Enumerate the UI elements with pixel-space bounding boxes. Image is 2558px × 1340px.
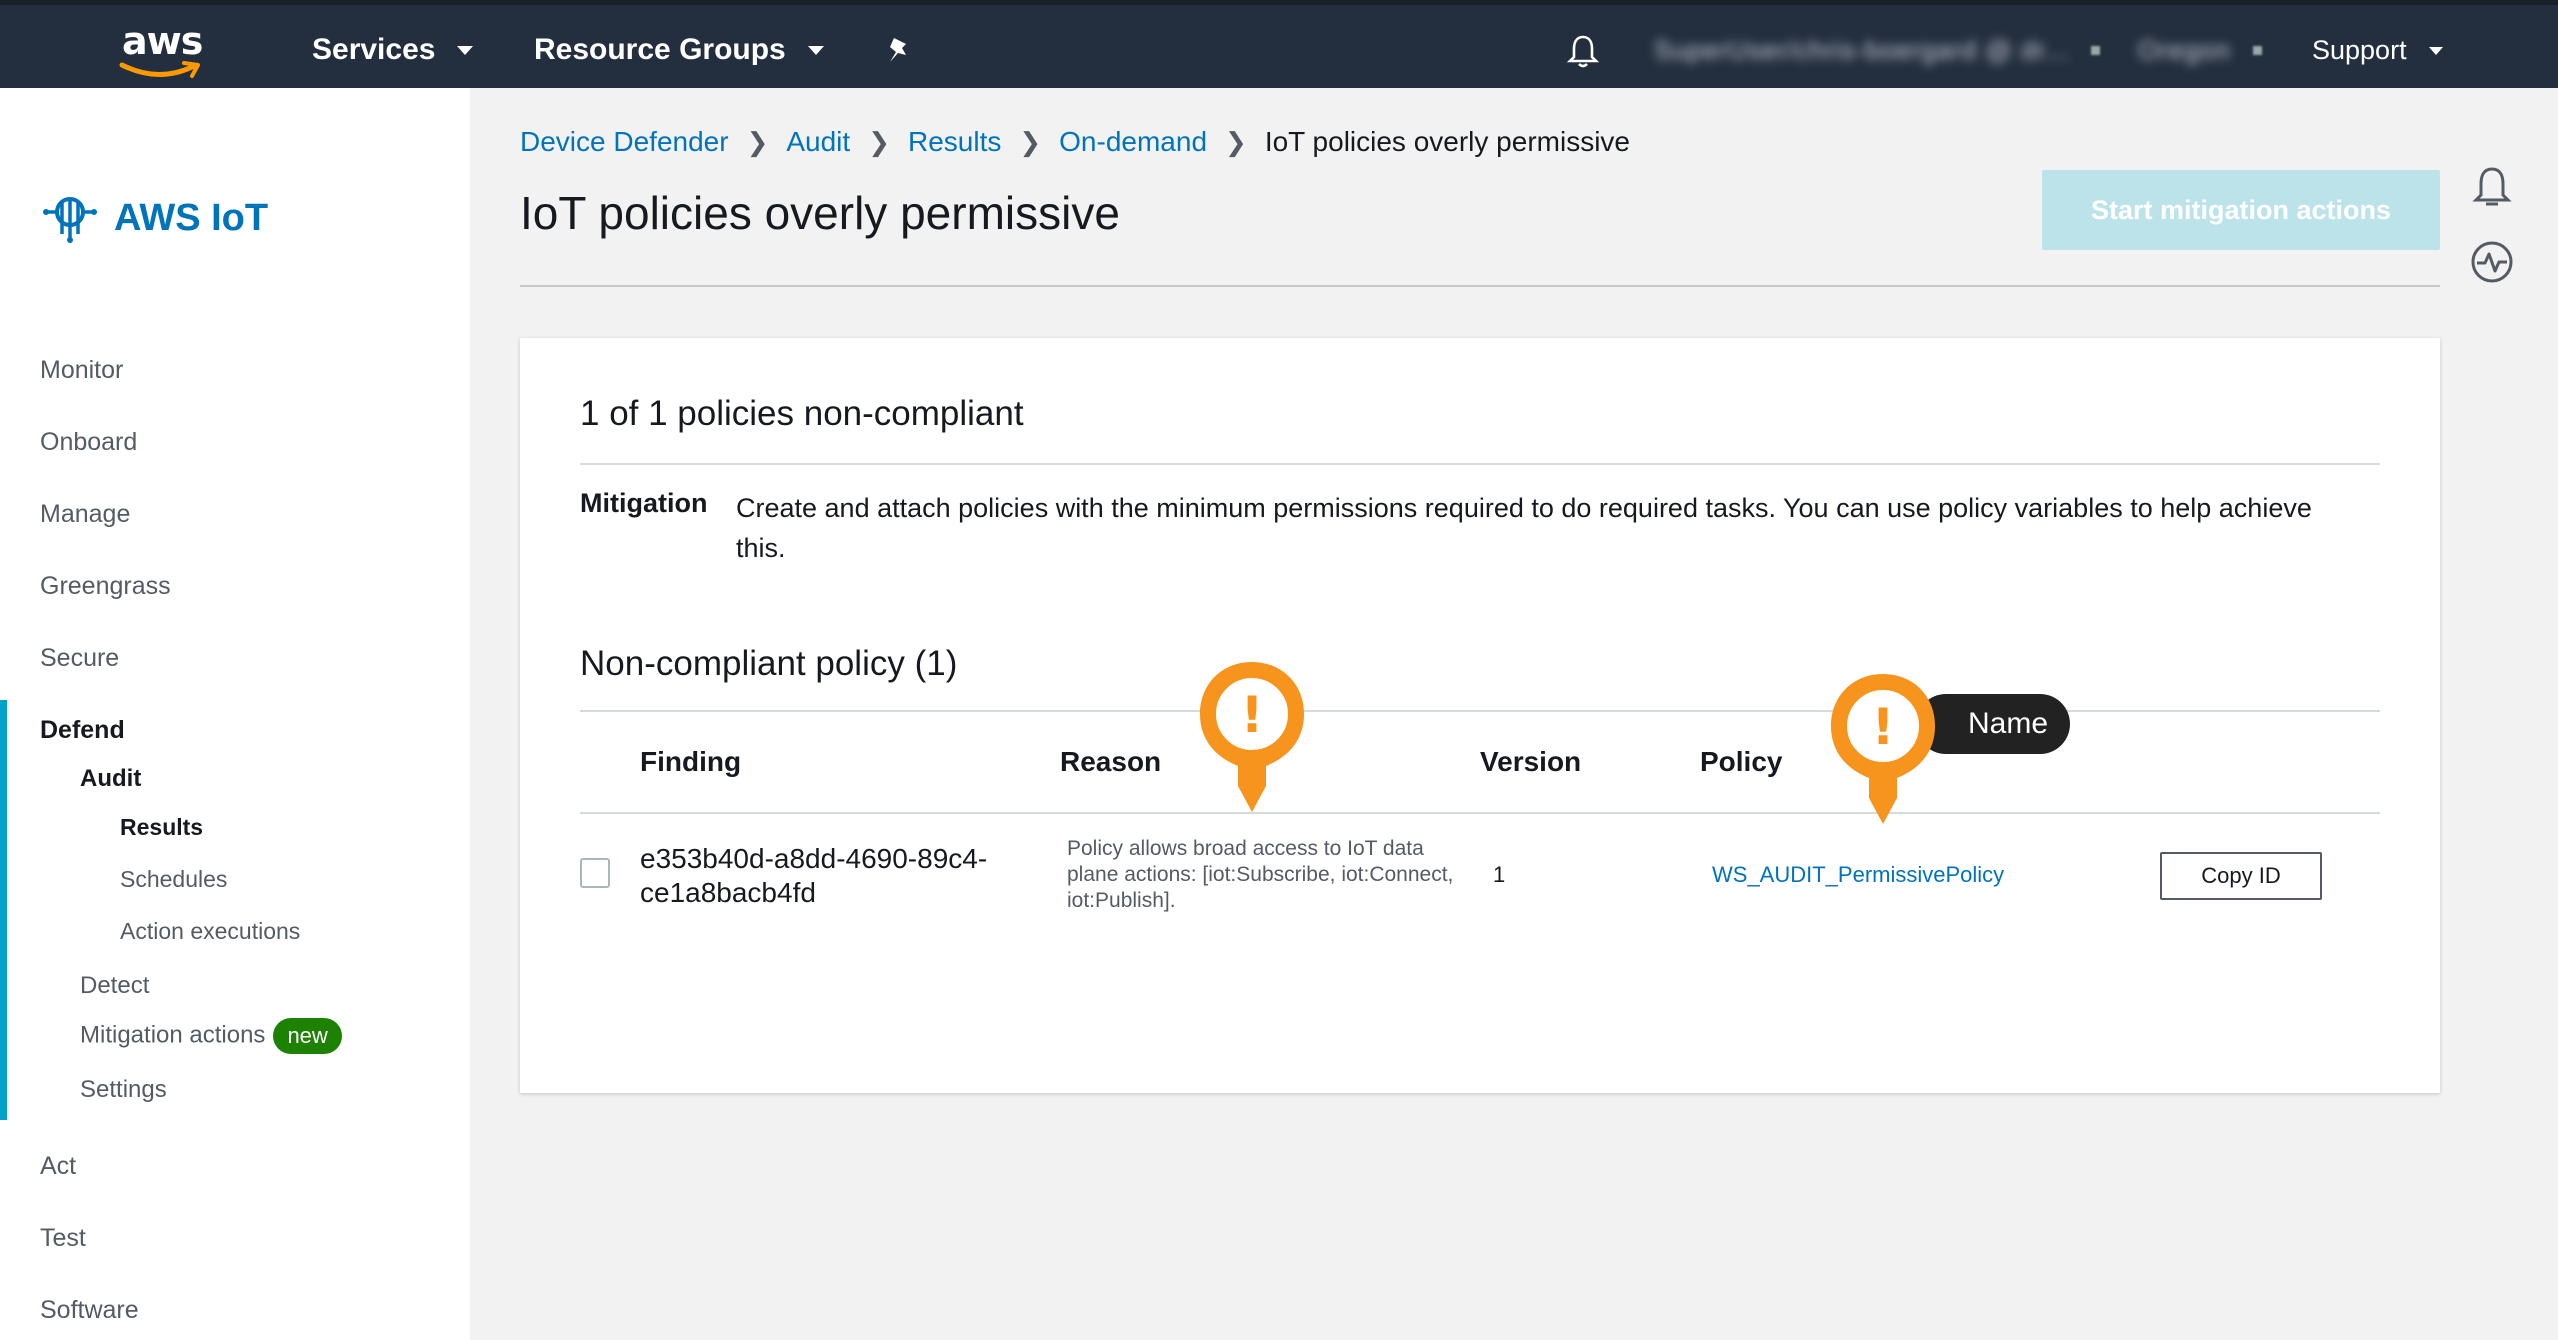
chevron-right-icon: ❯: [868, 126, 890, 157]
sidebar-item-act[interactable]: Act: [40, 1152, 76, 1181]
column-header-reason[interactable]: Reason: [1060, 746, 1161, 778]
sidebar-item-secure[interactable]: Secure: [40, 644, 119, 673]
sidebar-item-greengrass[interactable]: Greengrass: [40, 572, 171, 601]
services-label: Services: [312, 33, 436, 66]
pin-icon[interactable]: [884, 35, 914, 70]
sidebar-item-action-executions[interactable]: Action executions: [120, 918, 300, 945]
chevron-down-icon: [457, 45, 474, 55]
chevron-right-icon: ❯: [746, 126, 769, 157]
resource-groups-menu[interactable]: Resource Groups: [534, 33, 824, 67]
non-compliant-policy-heading: Non-compliant policy (1): [580, 644, 958, 683]
row-select-checkbox[interactable]: [580, 858, 610, 888]
finding-id: e353b40d-a8dd-4690-89c4-ce1a8bacb4fd: [640, 843, 988, 908]
account-menu[interactable]: SuperUser/chris-boergard @ dr...: [1654, 35, 2101, 66]
breadcrumb-on-demand[interactable]: On-demand: [1059, 126, 1207, 158]
sidebar-item-settings[interactable]: Settings: [80, 1076, 167, 1104]
column-header-finding[interactable]: Finding: [640, 746, 741, 778]
aws-iot-logo-icon: [43, 197, 97, 243]
sidebar-item-monitor[interactable]: Monitor: [40, 356, 123, 385]
brand-name: AWS IoT: [114, 196, 269, 239]
chevron-right-icon: ❯: [1019, 126, 1042, 157]
activity-pulse-icon[interactable]: [2470, 240, 2514, 289]
title-divider: [520, 285, 2440, 287]
mitigation-actions-label: Mitigation actions: [80, 1021, 266, 1049]
sidebar-item-mitigation-actions[interactable]: Mitigation actions new: [80, 1018, 342, 1054]
sidebar-item-defend[interactable]: Defend: [40, 716, 125, 745]
sidebar-item-results[interactable]: Results: [120, 814, 203, 841]
breadcrumb-results[interactable]: Results: [908, 126, 1001, 158]
divider: [580, 463, 2380, 465]
sidebar-item-schedules[interactable]: Schedules: [120, 866, 227, 893]
support-label: Support: [2312, 35, 2407, 65]
chevron-down-icon: [2428, 46, 2443, 55]
account-dropdown-icon: [2091, 46, 2101, 55]
top-navigation-bar: aws Services Resource Groups SuperUser/c…: [0, 0, 2558, 88]
sidebar-item-manage[interactable]: Manage: [40, 500, 130, 529]
marker-glyph: !: [1241, 686, 1264, 744]
exclamation-marker-icon: !: [1196, 658, 1308, 819]
breadcrumb: Device Defender ❯ Audit ❯ Results ❯ On-d…: [520, 126, 1630, 158]
notifications-bell-icon[interactable]: [1566, 33, 1600, 74]
new-badge: new: [273, 1018, 342, 1054]
account-name: SuperUser/chris-boergard @ dr...: [1654, 35, 2070, 65]
non-compliant-summary: 1 of 1 policies non-compliant: [580, 394, 1024, 433]
policy-name-link[interactable]: WS_AUDIT_PermissivePolicy: [1712, 862, 2004, 888]
copy-id-button[interactable]: Copy ID: [2160, 852, 2322, 900]
name-tag-label: Name: [1916, 694, 2070, 754]
start-mitigation-actions-button[interactable]: Start mitigation actions: [2042, 170, 2440, 250]
column-header-policy[interactable]: Policy: [1700, 746, 1782, 778]
mitigation-label: Mitigation: [580, 488, 708, 518]
breadcrumb-device-defender[interactable]: Device Defender: [520, 126, 729, 158]
sidebar-item-test[interactable]: Test: [40, 1224, 86, 1253]
resource-groups-label: Resource Groups: [534, 33, 786, 66]
findings-card: 1 of 1 policies non-compliant Mitigation…: [520, 338, 2440, 1093]
sidebar-item-detect[interactable]: Detect: [80, 972, 149, 1000]
region-name: Oregon: [2138, 35, 2231, 65]
policy-version: 1: [1493, 862, 1506, 887]
breadcrumb-current: IoT policies overly permissive: [1264, 126, 1630, 157]
table-top-border: [580, 710, 2380, 712]
column-header-version[interactable]: Version: [1480, 746, 1581, 778]
region-dropdown-icon: [2252, 46, 2262, 55]
services-menu[interactable]: Services: [312, 33, 474, 67]
chevron-right-icon: ❯: [1225, 126, 1247, 157]
notification-bell-icon[interactable]: [2470, 164, 2514, 217]
exclamation-marker-icon: !: [1827, 670, 1939, 831]
sidebar-item-onboard[interactable]: Onboard: [40, 428, 137, 457]
active-section-indicator: [0, 700, 7, 1120]
chevron-down-icon: [807, 45, 824, 55]
support-menu[interactable]: Support: [2312, 35, 2443, 66]
mitigation-text: Create and attach policies with the mini…: [736, 493, 2312, 563]
sidebar-item-software[interactable]: Software: [40, 1296, 139, 1325]
aws-logo-text: aws: [122, 19, 203, 63]
table-header-border: [580, 812, 2380, 814]
page-title: IoT policies overly permissive: [520, 187, 1120, 239]
aws-logo[interactable]: aws: [118, 19, 208, 79]
finding-reason: Policy allows broad access to IoT data p…: [1067, 837, 1454, 912]
region-menu[interactable]: Oregon: [2138, 35, 2262, 66]
sidebar-item-audit[interactable]: Audit: [80, 765, 141, 793]
marker-glyph: !: [1872, 698, 1895, 756]
sidebar: AWS IoT Monitor Onboard Manage Greengras…: [0, 88, 470, 1340]
aws-iot-brand[interactable]: AWS IoT: [40, 188, 268, 248]
aws-smile-icon: [119, 61, 200, 78]
breadcrumb-audit[interactable]: Audit: [786, 126, 850, 158]
